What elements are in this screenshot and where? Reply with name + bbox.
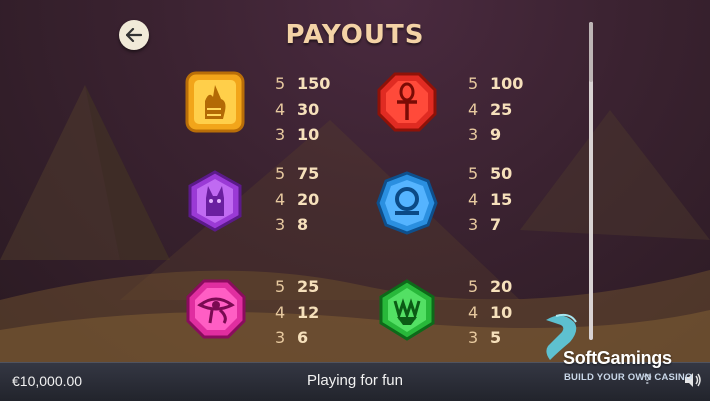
payout-row: 5 150 bbox=[275, 74, 331, 93]
payout-row: 37 bbox=[468, 215, 502, 234]
lotus-symbol-icon bbox=[377, 279, 437, 345]
eye-of-horus-payout-table: 5 25 4 12 36 bbox=[275, 274, 355, 351]
payout-row: 3 10 bbox=[275, 125, 320, 144]
payout-row: 5 100 bbox=[468, 74, 524, 93]
lotus-payout-table: 5 20 4 10 35 bbox=[468, 274, 548, 351]
payout-row: 39 bbox=[468, 125, 502, 144]
cat-symbol-icon bbox=[186, 170, 244, 236]
payout-row: 4 10 bbox=[468, 302, 513, 322]
anubis-symbol-icon bbox=[185, 71, 245, 137]
background-scene bbox=[0, 0, 710, 362]
payout-row: 5 75 bbox=[275, 164, 320, 183]
payout-row: 5 20 bbox=[468, 277, 513, 296]
eye-of-horus-symbol-icon bbox=[186, 279, 246, 343]
scrollbar-thumb[interactable] bbox=[589, 22, 593, 82]
payout-row: 5 25 bbox=[275, 277, 320, 296]
payout-row: 4 30 bbox=[275, 99, 320, 119]
payout-row: 36 bbox=[275, 328, 309, 347]
payout-row: 38 bbox=[275, 215, 309, 234]
ankh-payout-table: 5 100 4 25 39 bbox=[468, 71, 548, 148]
shen-ring-payout-table: 5 50 4 15 37 bbox=[468, 161, 548, 238]
brand-tagline: BUILD YOUR OWN CASINO bbox=[564, 372, 693, 383]
ankh-symbol-icon bbox=[377, 72, 437, 136]
page-title: PAYOUTS bbox=[285, 20, 425, 50]
cat-payout-table: 5 75 4 20 38 bbox=[275, 161, 355, 238]
pyramids-illustration bbox=[0, 85, 710, 362]
payout-row: 4 12 bbox=[275, 302, 320, 322]
payout-row: 5 50 bbox=[468, 164, 513, 183]
shen-ring-symbol-icon bbox=[376, 171, 438, 239]
payout-row: 4 15 bbox=[468, 189, 513, 209]
brand-name: SoftGamings bbox=[563, 348, 672, 368]
payout-row: 35 bbox=[468, 328, 502, 347]
payout-row: 4 25 bbox=[468, 99, 513, 119]
anubis-payout-table: 5 150 4 30 3 10 bbox=[275, 71, 355, 148]
payout-row: 4 20 bbox=[275, 189, 320, 209]
